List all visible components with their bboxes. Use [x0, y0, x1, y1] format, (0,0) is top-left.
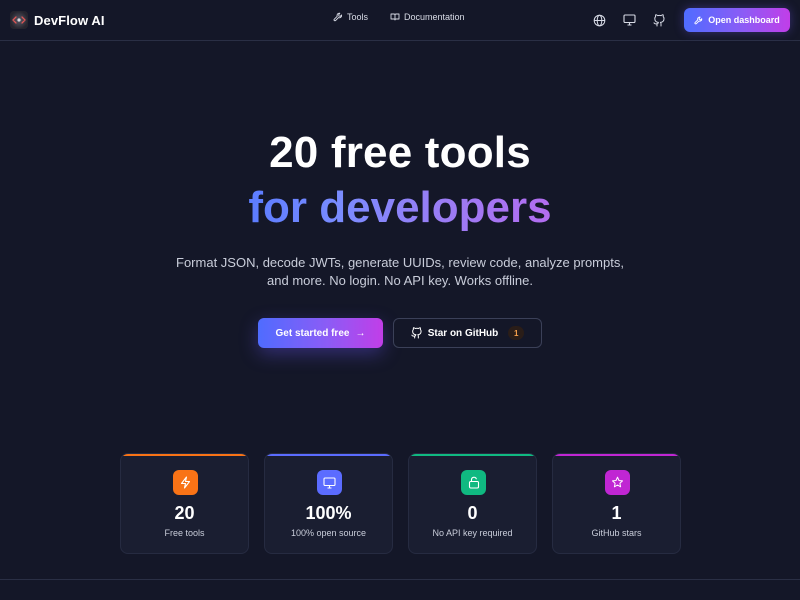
cta-row: Get started free → Star on GitHub 1	[258, 318, 542, 348]
hero-subtitle-line2: and more. No login. No API key. Works of…	[267, 273, 533, 288]
open-dashboard-button[interactable]: Open dashboard	[684, 8, 790, 32]
stat-card-open-source: 100% 100% open source	[264, 453, 393, 554]
get-started-label: Get started free	[275, 327, 350, 339]
open-dashboard-label: Open dashboard	[708, 15, 780, 25]
nav-actions: Open dashboard	[592, 8, 790, 32]
hero-subtitle: Format JSON, decode JWTs, generate UUIDs…	[150, 254, 650, 290]
stat-label: 100% open source	[290, 528, 367, 538]
book-icon	[390, 12, 400, 22]
stat-label: Free tools	[164, 528, 205, 538]
logo-icon	[10, 11, 28, 29]
brand[interactable]: DevFlow AI	[10, 10, 105, 30]
lightning-icon	[173, 470, 198, 495]
stat-accent-bar	[121, 454, 248, 456]
nav-links: Tools Documentation	[333, 12, 465, 22]
stat-card-no-api-key: 0 No API key required	[408, 453, 537, 554]
star-on-github-button[interactable]: Star on GitHub 1	[393, 318, 542, 348]
stat-card-github-stars: 1 GitHub stars	[552, 453, 681, 554]
github-icon[interactable]	[652, 13, 666, 27]
brand-name: DevFlow AI	[34, 12, 105, 28]
star-on-github-label: Star on GitHub	[427, 327, 499, 339]
hero-title: 20 free tools	[269, 128, 531, 177]
get-started-button[interactable]: Get started free →	[258, 318, 383, 348]
lock-icon	[461, 470, 486, 495]
stat-accent-bar	[265, 454, 392, 456]
nav-link-documentation-label: Documentation	[404, 12, 465, 22]
hero-subtitle-line1: Format JSON, decode JWTs, generate UUIDs…	[176, 255, 624, 270]
star-icon	[605, 470, 630, 495]
nav-link-tools-label: Tools	[347, 12, 369, 22]
nav-link-tools[interactable]: Tools	[333, 12, 368, 22]
github-icon	[411, 327, 422, 339]
hero-title-gradient: for developers	[0, 180, 800, 236]
monitor-icon	[317, 470, 342, 495]
stat-card-free-tools: 20 Free tools	[120, 453, 249, 554]
stat-value: 100%	[305, 503, 352, 523]
star-count-badge: 1	[508, 326, 525, 340]
nav-link-documentation[interactable]: Documentation	[390, 12, 465, 22]
page: DevFlow AI Tools Documentation Open dash…	[0, 0, 800, 600]
top-navbar: DevFlow AI Tools Documentation Open dash…	[0, 0, 800, 41]
footer-divider	[0, 579, 800, 580]
hero-title-gradient-text: for developers	[248, 183, 552, 232]
stat-value: 1	[611, 503, 622, 523]
stats-grid: 20 Free tools 100% 100% open source 0 No…	[120, 453, 681, 554]
stat-label: No API key required	[432, 528, 513, 538]
arrow-right-icon: →	[355, 327, 366, 339]
stat-accent-bar	[553, 454, 680, 456]
monitor-icon[interactable]	[622, 13, 636, 27]
wrench-icon	[694, 16, 703, 24]
stat-value: 20	[174, 503, 195, 523]
stat-accent-bar	[409, 454, 536, 456]
wrench-icon	[333, 12, 343, 22]
stat-value: 0	[467, 503, 478, 523]
globe-icon[interactable]	[592, 13, 606, 27]
stat-label: GitHub stars	[591, 528, 642, 538]
